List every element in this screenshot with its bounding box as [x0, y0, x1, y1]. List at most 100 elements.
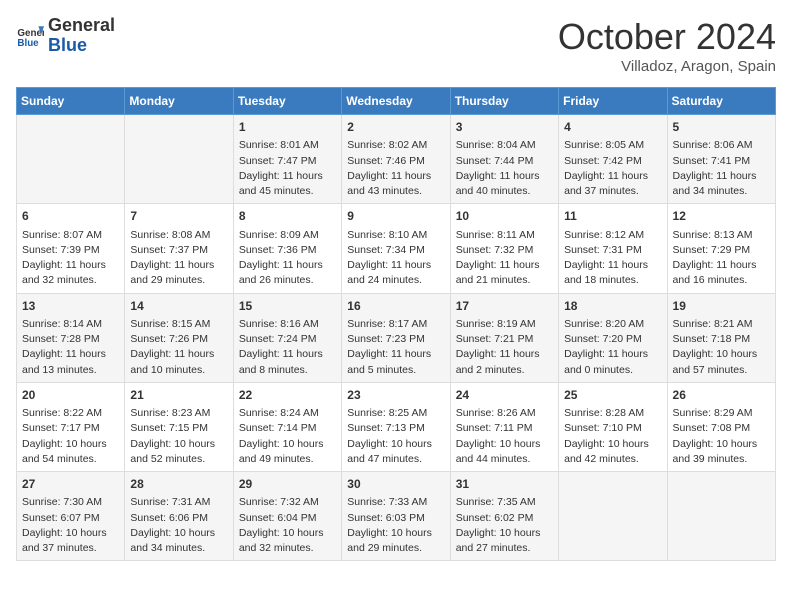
calendar-cell: [17, 115, 125, 204]
cell-info: Daylight: 11 hours and 16 minutes.: [673, 258, 770, 288]
cell-info: Sunset: 7:24 PM: [239, 332, 336, 347]
cell-info: Sunrise: 8:15 AM: [130, 317, 227, 332]
day-number: 26: [673, 387, 770, 404]
cell-info: Sunrise: 8:11 AM: [456, 228, 553, 243]
cell-info: Sunset: 7:21 PM: [456, 332, 553, 347]
cell-info: Sunrise: 8:22 AM: [22, 406, 119, 421]
calendar-cell: 9Sunrise: 8:10 AMSunset: 7:34 PMDaylight…: [342, 204, 450, 293]
header-friday: Friday: [559, 88, 667, 115]
cell-info: Sunrise: 8:14 AM: [22, 317, 119, 332]
day-number: 31: [456, 476, 553, 493]
day-number: 3: [456, 119, 553, 136]
cell-info: Sunset: 7:10 PM: [564, 421, 661, 436]
cell-info: Daylight: 10 hours and 57 minutes.: [673, 347, 770, 377]
cell-info: Sunset: 6:04 PM: [239, 511, 336, 526]
cell-info: Sunset: 7:15 PM: [130, 421, 227, 436]
cell-info: Sunset: 7:47 PM: [239, 154, 336, 169]
cell-info: Sunset: 7:13 PM: [347, 421, 444, 436]
cell-info: Sunrise: 8:09 AM: [239, 228, 336, 243]
cell-info: Sunrise: 8:05 AM: [564, 138, 661, 153]
calendar-week-row: 27Sunrise: 7:30 AMSunset: 6:07 PMDayligh…: [17, 472, 776, 561]
cell-info: Daylight: 10 hours and 37 minutes.: [22, 526, 119, 556]
cell-info: Sunset: 7:31 PM: [564, 243, 661, 258]
calendar-cell: 29 Sunrise: 7:32 AMSunset: 6:04 PMDayligh…: [233, 472, 341, 561]
cell-info: Daylight: 11 hours and 45 minutes.: [239, 169, 336, 199]
cell-info: Daylight: 10 hours and 42 minutes.: [564, 437, 661, 467]
day-number: 16: [347, 298, 444, 315]
cell-info: Sunrise: 8:08 AM: [130, 228, 227, 243]
calendar-cell: 1Sunrise: 8:01 AMSunset: 7:47 PMDaylight…: [233, 115, 341, 204]
cell-info: Daylight: 10 hours and 54 minutes.: [22, 437, 119, 467]
calendar-cell: [125, 115, 233, 204]
cell-info: Daylight: 11 hours and 5 minutes.: [347, 347, 444, 377]
cell-info: Daylight: 11 hours and 26 minutes.: [239, 258, 336, 288]
cell-info: Sunrise: 8:29 AM: [673, 406, 770, 421]
calendar-cell: 24Sunrise: 8:26 AMSunset: 7:11 PMDayligh…: [450, 382, 558, 471]
cell-info: Sunset: 7:20 PM: [564, 332, 661, 347]
cell-info: Daylight: 10 hours and 32 minutes.: [239, 526, 336, 556]
calendar-cell: 8Sunrise: 8:09 AMSunset: 7:36 PMDaylight…: [233, 204, 341, 293]
month-title: October 2024: [558, 16, 776, 58]
calendar-week-row: 20Sunrise: 8:22 AMSunset: 7:17 PMDayligh…: [17, 382, 776, 471]
cell-info: Sunrise: 8:28 AM: [564, 406, 661, 421]
cell-info: Sunset: 7:37 PM: [130, 243, 227, 258]
cell-info: Daylight: 10 hours and 52 minutes.: [130, 437, 227, 467]
day-number: 22: [239, 387, 336, 404]
day-number: 2: [347, 119, 444, 136]
day-number: 17: [456, 298, 553, 315]
calendar-cell: 6Sunrise: 8:07 AMSunset: 7:39 PMDaylight…: [17, 204, 125, 293]
cell-info: Sunrise: 8:20 AM: [564, 317, 661, 332]
calendar-cell: 12Sunrise: 8:13 AMSunset: 7:29 PMDayligh…: [667, 204, 775, 293]
cell-info: Sunset: 6:02 PM: [456, 511, 553, 526]
cell-info: Sunset: 6:03 PM: [347, 511, 444, 526]
day-number: 13: [22, 298, 119, 315]
calendar-cell: 4Sunrise: 8:05 AMSunset: 7:42 PMDaylight…: [559, 115, 667, 204]
cell-info: Sunrise: 7:33 AM: [347, 495, 444, 510]
day-number: 30: [347, 476, 444, 493]
cell-info: Sunset: 7:39 PM: [22, 243, 119, 258]
header-wednesday: Wednesday: [342, 88, 450, 115]
day-number: 15: [239, 298, 336, 315]
cell-info: Sunset: 7:23 PM: [347, 332, 444, 347]
cell-info: Sunrise: 7:32 AM: [239, 495, 336, 510]
calendar-table: SundayMondayTuesdayWednesdayThursdayFrid…: [16, 87, 776, 561]
page-header: General Blue General Blue October 2024 V…: [16, 16, 776, 75]
cell-info: Daylight: 10 hours and 44 minutes.: [456, 437, 553, 467]
cell-info: Daylight: 10 hours and 34 minutes.: [130, 526, 227, 556]
calendar-week-row: 13Sunrise: 8:14 AMSunset: 7:28 PMDayligh…: [17, 293, 776, 382]
day-number: 28: [130, 476, 227, 493]
cell-info: Daylight: 11 hours and 29 minutes.: [130, 258, 227, 288]
cell-info: Sunrise: 7:35 AM: [456, 495, 553, 510]
calendar-cell: 17Sunrise: 8:19 AMSunset: 7:21 PMDayligh…: [450, 293, 558, 382]
logo-icon: General Blue: [16, 22, 44, 50]
cell-info: Sunset: 7:42 PM: [564, 154, 661, 169]
calendar-cell: 28Sunrise: 7:31 AMSunset: 6:06 PMDayligh…: [125, 472, 233, 561]
cell-info: Daylight: 11 hours and 37 minutes.: [564, 169, 661, 199]
cell-info: Daylight: 11 hours and 13 minutes.: [22, 347, 119, 377]
day-number: 18: [564, 298, 661, 315]
logo: General Blue General Blue: [16, 16, 115, 56]
day-number: 20: [22, 387, 119, 404]
day-number: 21: [130, 387, 227, 404]
cell-info: Daylight: 11 hours and 43 minutes.: [347, 169, 444, 199]
cell-info: Sunrise: 8:17 AM: [347, 317, 444, 332]
cell-info: Sunset: 7:34 PM: [347, 243, 444, 258]
calendar-cell: 10Sunrise: 8:11 AMSunset: 7:32 PMDayligh…: [450, 204, 558, 293]
calendar-cell: 21Sunrise: 8:23 AMSunset: 7:15 PMDayligh…: [125, 382, 233, 471]
calendar-cell: 30Sunrise: 7:33 AMSunset: 6:03 PMDayligh…: [342, 472, 450, 561]
header-tuesday: Tuesday: [233, 88, 341, 115]
calendar-cell: 15Sunrise: 8:16 AMSunset: 7:24 PMDayligh…: [233, 293, 341, 382]
day-number: 29: [239, 476, 336, 493]
day-number: 8: [239, 208, 336, 225]
cell-info: Sunrise: 8:16 AM: [239, 317, 336, 332]
cell-info: Sunrise: 8:04 AM: [456, 138, 553, 153]
cell-info: Sunrise: 8:21 AM: [673, 317, 770, 332]
cell-info: Sunrise: 8:01 AM: [239, 138, 336, 153]
calendar-cell: [667, 472, 775, 561]
cell-info: Sunrise: 8:24 AM: [239, 406, 336, 421]
cell-info: Sunrise: 8:02 AM: [347, 138, 444, 153]
cell-info: Daylight: 11 hours and 0 minutes.: [564, 347, 661, 377]
calendar-cell: 5Sunrise: 8:06 AMSunset: 7:41 PMDaylight…: [667, 115, 775, 204]
day-number: 11: [564, 208, 661, 225]
cell-info: Daylight: 10 hours and 27 minutes.: [456, 526, 553, 556]
